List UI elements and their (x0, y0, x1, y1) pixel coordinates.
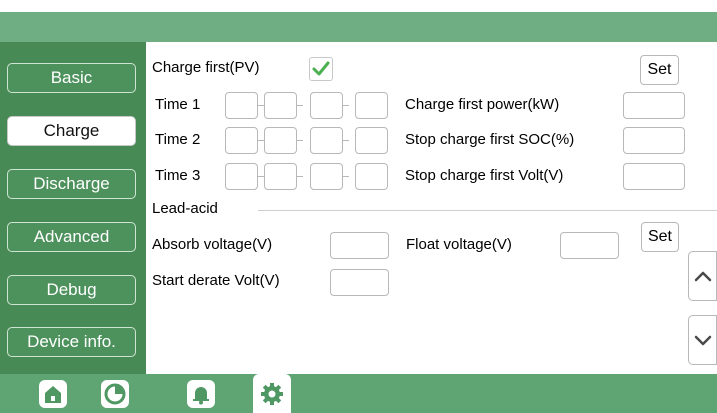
time3-end-minute[interactable] (355, 163, 388, 190)
pie-chart-icon (104, 383, 126, 405)
scroll-down-button[interactable] (688, 315, 717, 365)
time1-separator (343, 105, 349, 106)
sidebar-item-basic[interactable]: Basic (7, 63, 136, 93)
charge-first-power-label: Charge first power(kW) (405, 96, 560, 113)
time3-separator (343, 176, 349, 177)
check-icon (312, 61, 330, 76)
bell-icon (193, 387, 209, 405)
time2-start-minute[interactable] (264, 127, 297, 154)
home-icon (45, 386, 61, 403)
time2-separator (343, 140, 349, 141)
time3-start-minute[interactable] (264, 163, 297, 190)
time1-start-minute[interactable] (264, 92, 297, 119)
alarm-button[interactable] (187, 380, 215, 408)
sidebar-item-charge[interactable]: Charge (7, 116, 136, 146)
time3-separator (297, 176, 303, 177)
time2-end-minute[interactable] (355, 127, 388, 154)
time1-separator (297, 105, 303, 106)
time1-end-hour[interactable] (310, 92, 343, 119)
chevron-up-icon (694, 271, 711, 282)
float-voltage-input[interactable] (560, 232, 619, 259)
stop-soc-label: Stop charge first SOC(%) (405, 131, 575, 148)
sidebar-item-device-info[interactable]: Device info. (7, 327, 136, 357)
gear-icon (261, 382, 283, 405)
chevron-down-icon (694, 335, 711, 346)
time3-start-hour[interactable] (225, 163, 258, 190)
settings-button[interactable] (253, 374, 291, 413)
stop-volt-label: Stop charge first Volt(V) (405, 167, 564, 184)
time3-label: Time 3 (155, 167, 201, 184)
absorb-voltage-label: Absorb voltage(V) (152, 236, 273, 253)
header-bar (0, 12, 717, 42)
lead-acid-section-label: Lead-acid (152, 200, 218, 217)
time1-start-hour[interactable] (225, 92, 258, 119)
absorb-voltage-input[interactable] (330, 232, 389, 259)
time3-end-hour[interactable] (310, 163, 343, 190)
charge-first-power-input[interactable] (623, 92, 685, 119)
time2-end-hour[interactable] (310, 127, 343, 154)
float-voltage-label: Float voltage(V) (406, 236, 512, 253)
time1-end-minute[interactable] (355, 92, 388, 119)
charge-first-label: Charge first(PV) (152, 59, 260, 76)
sidebar-item-debug[interactable]: Debug (7, 275, 136, 305)
lead-acid-set-button[interactable]: Set (641, 222, 679, 252)
charge-set-button[interactable]: Set (640, 55, 679, 85)
sidebar-item-discharge[interactable]: Discharge (7, 169, 136, 199)
charge-first-checkbox[interactable] (309, 57, 333, 81)
start-derate-label: Start derate Volt(V) (152, 272, 280, 289)
scroll-up-button[interactable] (688, 251, 717, 301)
section-divider (258, 210, 717, 211)
home-button[interactable] (39, 380, 67, 408)
sidebar-item-advanced[interactable]: Advanced (7, 222, 136, 252)
time2-start-hour[interactable] (225, 127, 258, 154)
statistics-button[interactable] (101, 380, 129, 408)
top-strip (0, 0, 717, 12)
stop-soc-input[interactable] (623, 127, 685, 154)
time2-label: Time 2 (155, 131, 201, 148)
time1-label: Time 1 (155, 96, 201, 113)
stop-volt-input[interactable] (623, 163, 685, 190)
time2-separator (297, 140, 303, 141)
start-derate-input[interactable] (330, 269, 389, 296)
